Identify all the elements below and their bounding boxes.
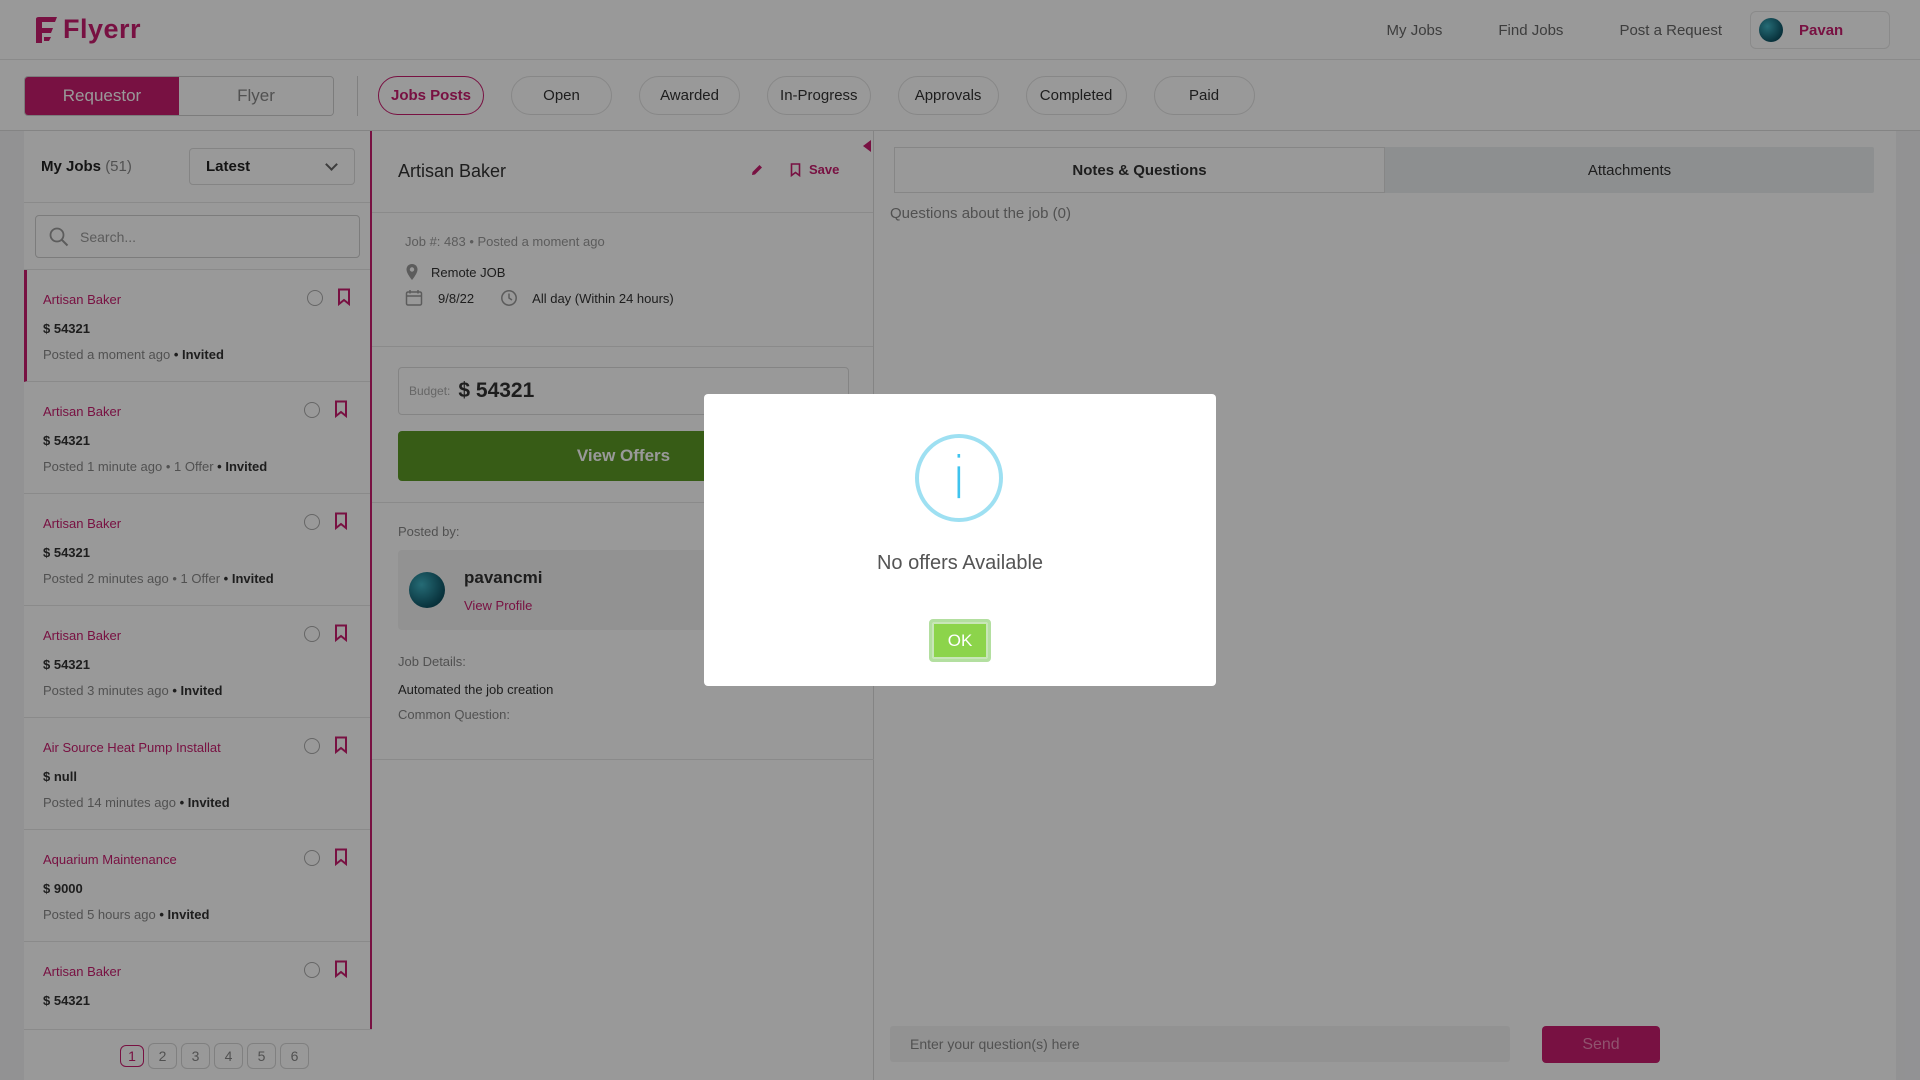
ok-button[interactable]: OK	[929, 619, 991, 662]
info-icon: i	[915, 434, 1003, 522]
alert-dialog: i No offers Available OK	[704, 394, 1216, 686]
dialog-message: No offers Available	[876, 552, 1044, 574]
